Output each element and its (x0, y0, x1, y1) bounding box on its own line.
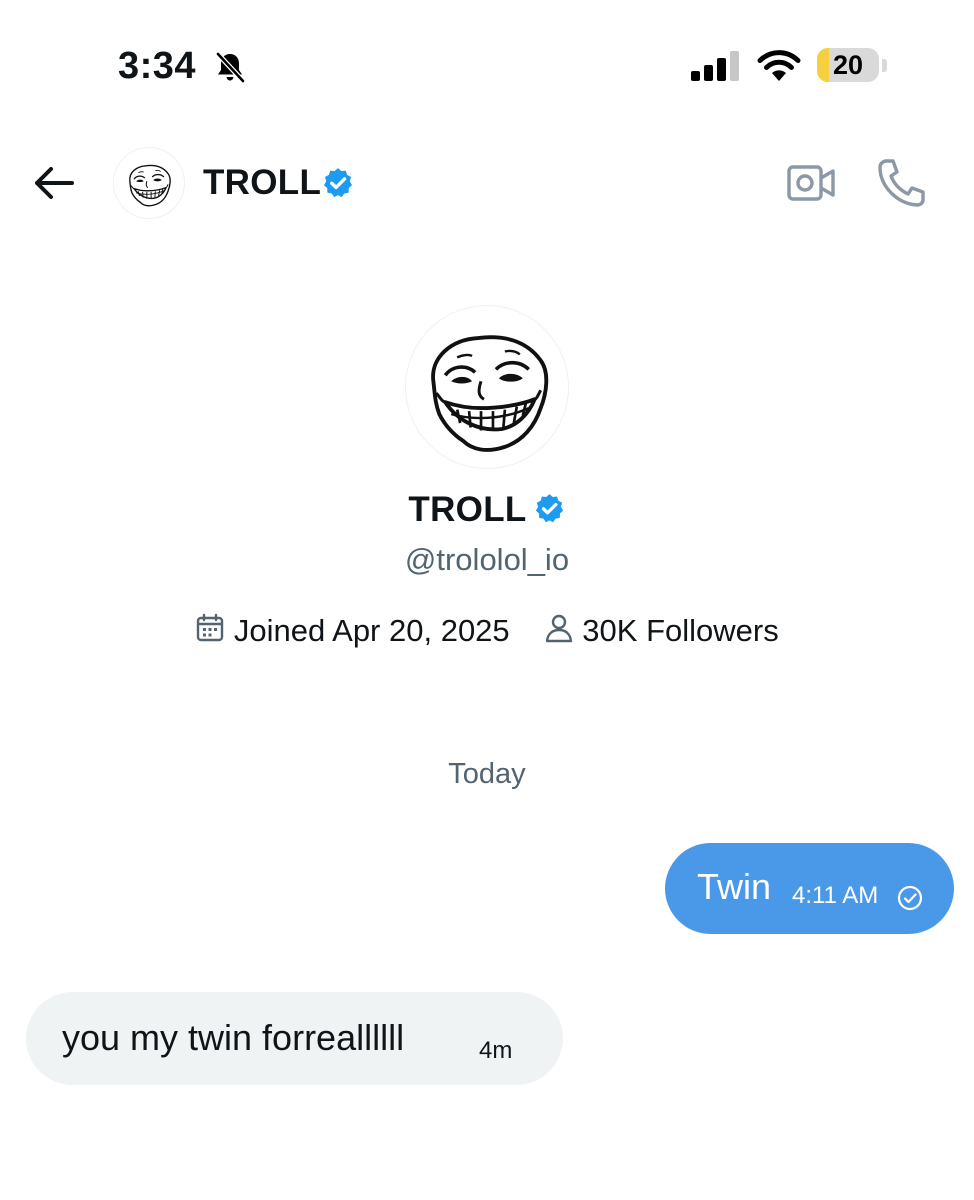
verified-badge-icon (321, 166, 355, 200)
sent-message-bubble[interactable]: Twin 4:11 AM (665, 843, 954, 934)
calendar-icon (197, 614, 224, 642)
battery-level: 20 (832, 50, 864, 80)
followers-info[interactable]: 30K Followers (544, 607, 779, 653)
message-text: Twin (697, 866, 772, 907)
received-message-bubble[interactable]: you my twin forreallllll 4m (26, 992, 563, 1085)
status-time: 3:34 (118, 45, 197, 87)
wifi-icon (757, 50, 801, 81)
joined-text: Joined Apr 20, 2025 (233, 612, 510, 648)
battery-nub (882, 59, 887, 72)
message-text: you my twin forreallllll (62, 1017, 405, 1058)
date-divider: Today (448, 758, 526, 790)
profile-meta: Joined Apr 20, 2025 30K Followers (0, 606, 974, 650)
battery-icon: 20 (817, 48, 879, 82)
joined-info: Joined Apr 20, 2025 (195, 607, 510, 653)
profile-name-row: TROLL (0, 488, 974, 532)
profile-handle[interactable]: @trololol_io (0, 540, 974, 580)
troll-face-image (406, 306, 568, 468)
video-camera-icon[interactable] (786, 159, 836, 207)
header-name[interactable]: TROLL (203, 162, 321, 204)
profile-name[interactable]: TROLL (408, 488, 526, 532)
verified-badge-icon (533, 492, 566, 525)
header-avatar[interactable] (113, 147, 185, 219)
cellular-signal-icon (691, 51, 739, 81)
person-icon (545, 615, 572, 643)
message-time: 4:11 AM (792, 882, 879, 909)
message-time: 4m (479, 1037, 513, 1064)
back-arrow-icon[interactable] (28, 160, 80, 206)
delivered-check-icon (897, 885, 923, 911)
bell-slash-icon (216, 52, 245, 83)
phone-icon[interactable] (876, 157, 926, 209)
profile-avatar[interactable] (405, 305, 569, 469)
troll-face-avatar (114, 148, 184, 218)
followers-text: 30K Followers (582, 612, 779, 648)
